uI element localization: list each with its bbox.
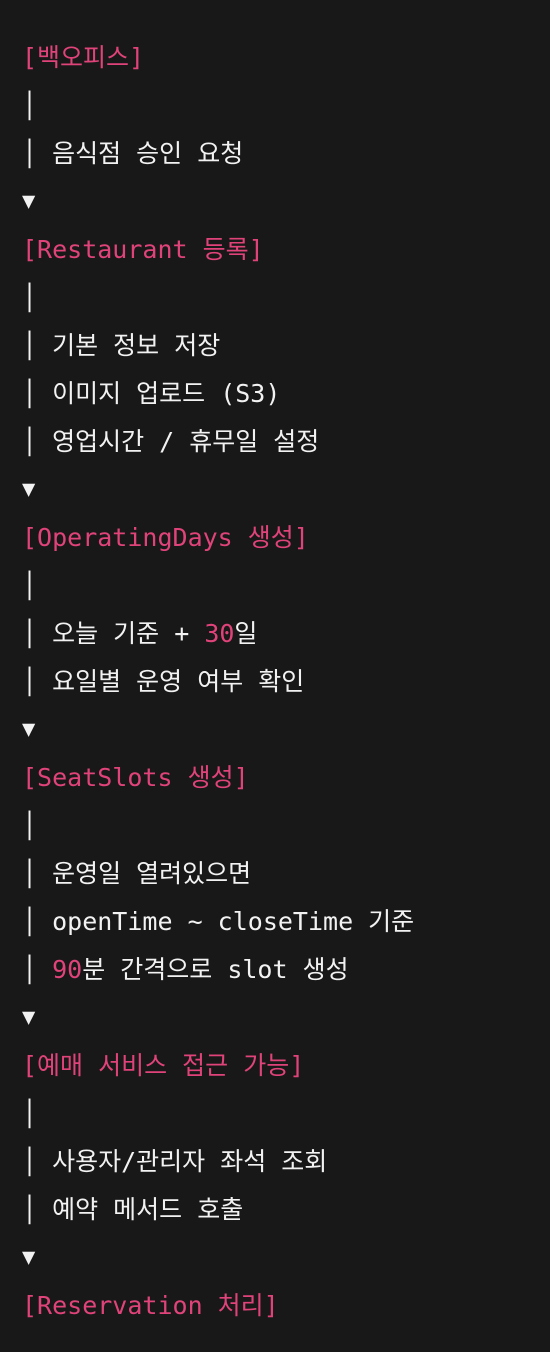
detail-suffix: 분 간격으로 slot 생성 [82,955,349,984]
connector-line: │ [22,91,38,120]
step-detail: │ 음식점 승인 요청 [22,139,244,168]
step-heading-backoffice: [백오피스] [22,43,145,72]
down-arrow-icon: ▼ [22,1245,36,1270]
down-arrow-icon: ▼ [22,477,36,502]
step-heading-reservation: [Reservation 처리] [22,1291,279,1320]
down-arrow-icon: ▼ [22,189,36,214]
step-detail: │ 예약 메서드 호출 [22,1195,244,1224]
step-detail: │ 기본 정보 저장 [22,331,221,360]
step-heading-seat-slots: [SeatSlots 생성] [22,763,249,792]
step-heading-operating-days: [OperatingDays 생성] [22,523,309,552]
down-arrow-icon: ▼ [22,1005,36,1030]
connector-line: │ [22,571,38,600]
step-heading-booking-access: [예매 서비스 접근 가능] [22,1051,305,1080]
step-detail: │ 이미지 업로드 (S3) [22,379,281,408]
step-detail: │ 요일별 운영 여부 확인 [22,667,305,696]
highlight-number: 90 [52,955,83,984]
step-detail: │ 영업시간 / 휴무일 설정 [22,427,320,456]
step-detail: │ 운영일 열려있으면 [22,859,252,888]
detail-suffix: 일 [234,619,258,648]
detail-prefix: │ 오늘 기준 + [22,619,205,648]
highlight-number: 30 [204,619,235,648]
step-detail: │ 오늘 기준 + 30일 [22,610,257,658]
step-detail: │ 사용자/관리자 좌석 조회 [22,1147,328,1176]
step-detail: │ openTime ~ closeTime 기준 [22,907,415,936]
down-arrow-icon: ▼ [22,717,36,742]
step-detail: │ 90분 간격으로 slot 생성 [22,946,349,994]
connector-line: │ [22,1099,38,1128]
connector-line: │ [22,283,38,312]
step-heading-restaurant: [Restaurant 등록] [22,235,264,264]
detail-prefix: │ [22,955,53,984]
connector-line: │ [22,811,38,840]
flow-diagram: { "steps": [ { "heading": "[백오피스]", "lin… [0,0,550,1352]
